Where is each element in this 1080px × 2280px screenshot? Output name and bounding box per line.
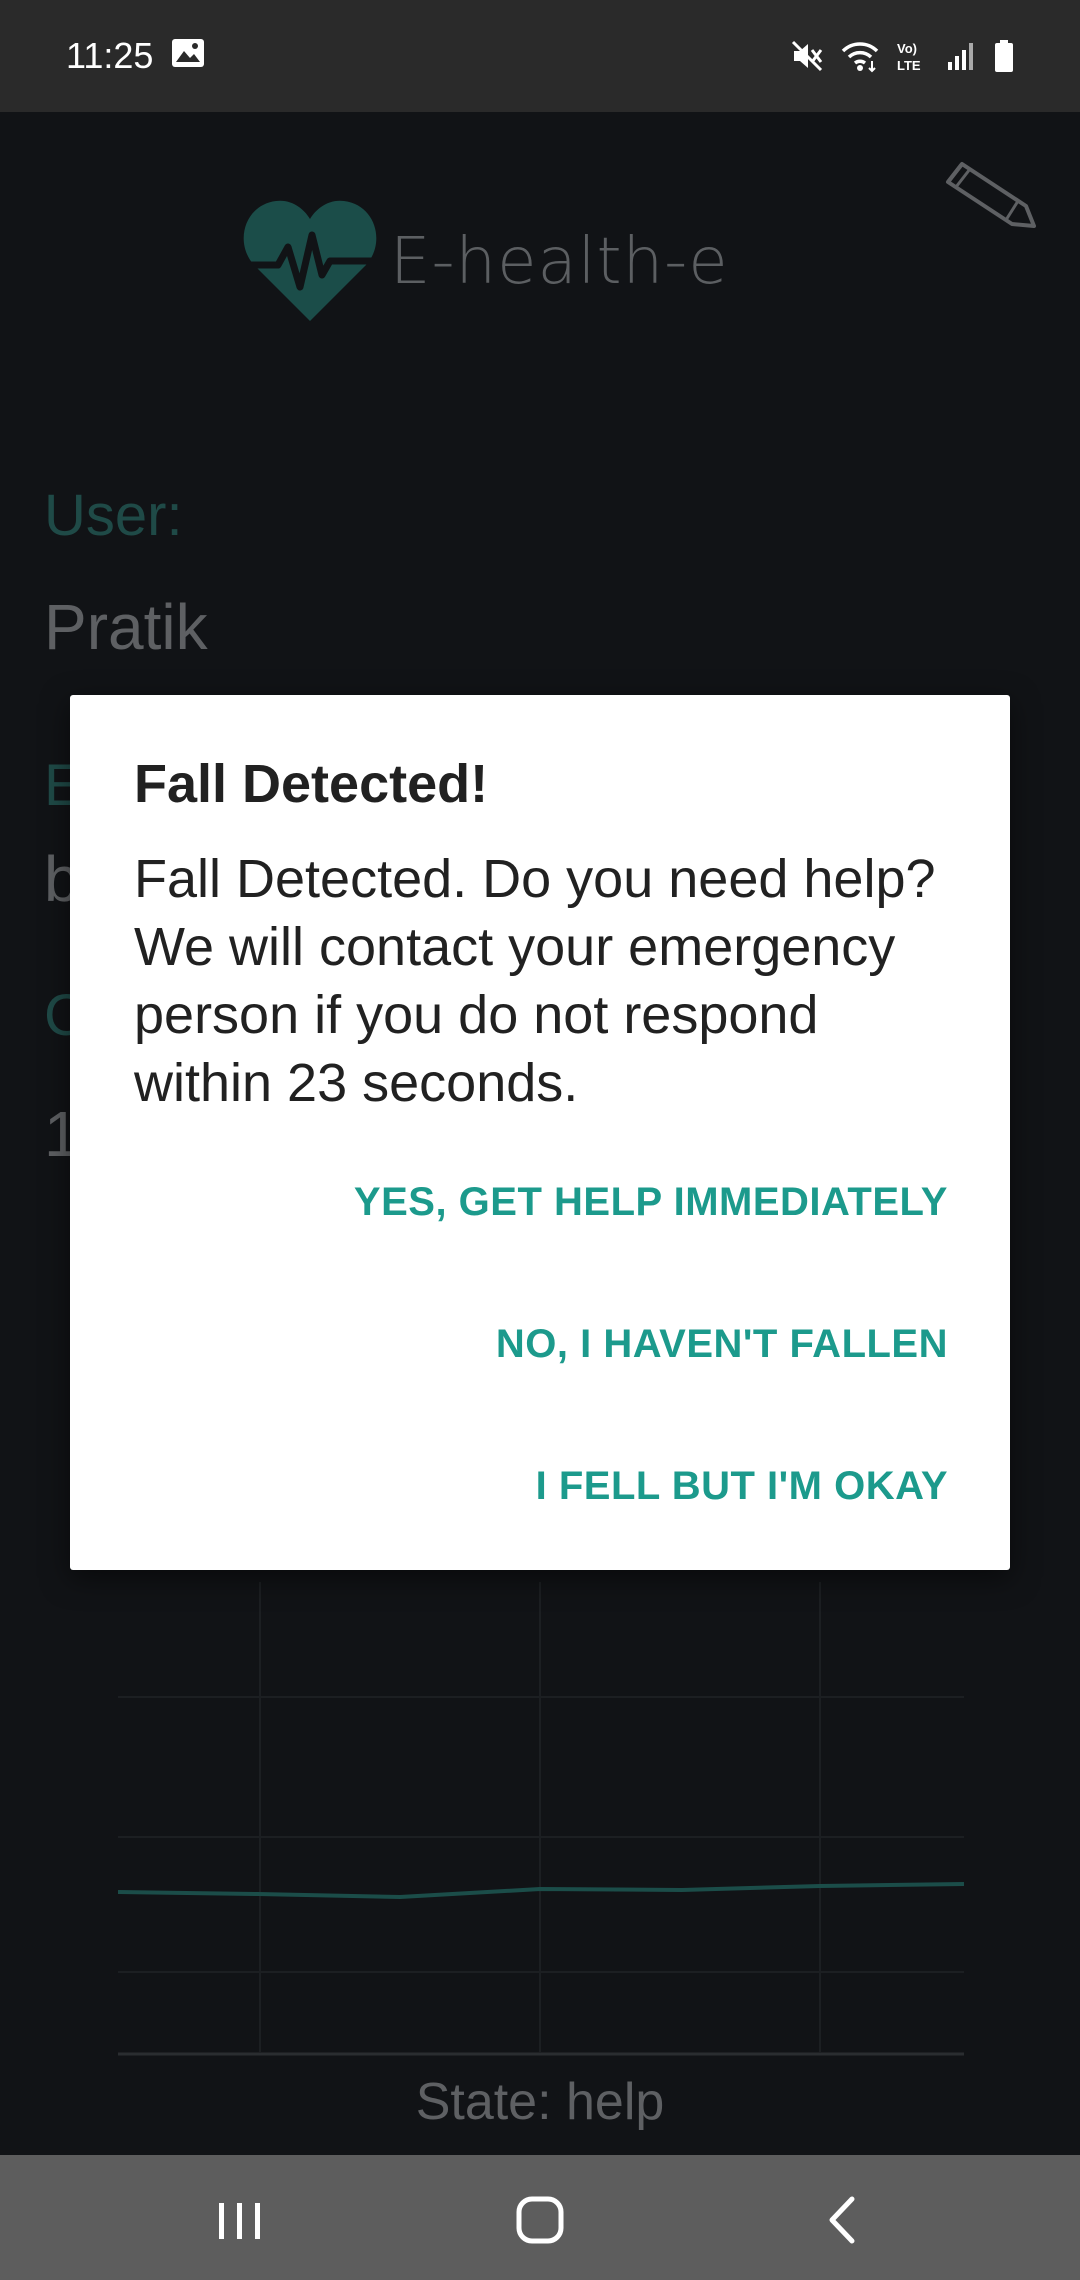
not-fallen-button[interactable]: NO, I HAVEN'T FALLEN [496, 1322, 948, 1367]
volte-icon: Vo) LTE [896, 39, 930, 73]
status-time: 11:25 [66, 35, 154, 76]
app-logo: E-health-e [240, 192, 729, 332]
svg-text:Vo): Vo) [897, 41, 917, 56]
screen: 11:25 Vo) LTE E-health-e User: Pratik E … [0, 0, 1080, 2280]
app-logo-text: E-health-e [390, 225, 729, 299]
user-label: User: [44, 483, 183, 548]
status-bar: 11:25 Vo) LTE [0, 0, 1080, 112]
mute-icon [790, 39, 824, 73]
svg-text:LTE: LTE [897, 58, 921, 73]
home-icon[interactable] [505, 2185, 575, 2255]
status-icons: Vo) LTE [790, 39, 1014, 73]
state-text: State: help [415, 2073, 665, 2131]
sensor-chart [118, 1582, 964, 2056]
recent-apps-icon[interactable] [205, 2185, 275, 2255]
image-notification-icon [171, 35, 205, 77]
user-value: Pratik [44, 591, 208, 663]
wifi-icon [840, 39, 880, 73]
fall-detected-dialog: Fall Detected! Fall Detected. Do you nee… [70, 695, 1010, 1570]
get-help-button[interactable]: YES, GET HELP IMMEDIATELY [354, 1180, 948, 1225]
dialog-message: Fall Detected. Do you need help? We will… [134, 849, 936, 1113]
signal-icon [946, 40, 978, 72]
chart-grid [118, 1582, 964, 2052]
navigation-bar [0, 2155, 1080, 2280]
pencil-icon[interactable] [940, 154, 1040, 234]
fell-but-okay-button[interactable]: I FELL BUT I'M OKAY [536, 1464, 948, 1509]
dialog-title: Fall Detected! [134, 754, 489, 814]
back-icon[interactable] [808, 2185, 878, 2255]
heart-pulse-icon [240, 195, 380, 330]
battery-icon [994, 39, 1014, 73]
